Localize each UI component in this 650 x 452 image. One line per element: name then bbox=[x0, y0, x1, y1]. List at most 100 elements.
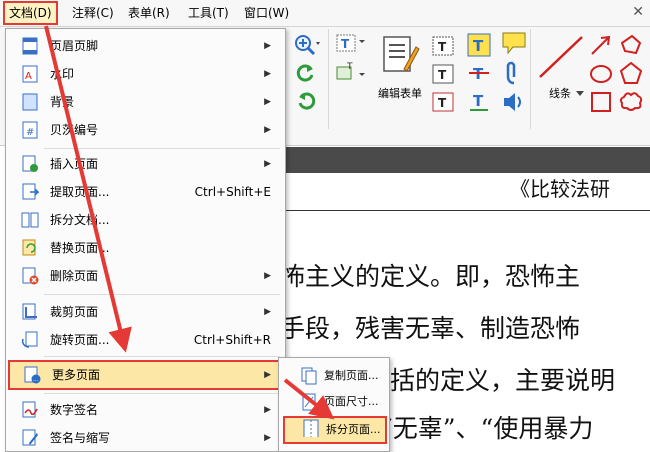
typewriter-icon[interactable]: T bbox=[430, 33, 458, 59]
svg-text:T: T bbox=[438, 68, 447, 82]
sign-initials-icon bbox=[22, 429, 38, 446]
menu-item-bates-number[interactable]: # 贝茨编号 ▶ bbox=[6, 117, 285, 143]
submenu-item-label: 复制页面... bbox=[324, 369, 379, 382]
menu-tools[interactable]: 工具(T) bbox=[184, 4, 233, 22]
menu-item-label: 页眉页脚 bbox=[50, 39, 99, 53]
menu-item-crop-page[interactable]: 裁剪页面 ▶ bbox=[6, 299, 285, 325]
submenu-arrow-icon: ▶ bbox=[264, 433, 271, 443]
doc-text-line: 手段，残害无辜、制造恐怖 bbox=[280, 314, 581, 343]
submenu-arrow-icon: ▶ bbox=[264, 271, 271, 281]
submenu-arrow-icon: ▶ bbox=[264, 69, 271, 79]
watermark-icon: A bbox=[22, 65, 38, 83]
menu-item-more-pages[interactable]: ... 更多页面 ▶ bbox=[8, 360, 283, 390]
rotate-cw-icon[interactable] bbox=[296, 91, 316, 111]
submenu-item-label: 拆分页面... bbox=[326, 423, 381, 436]
menu-item-header-footer[interactable]: 页眉页脚 ▶ bbox=[6, 33, 285, 59]
menu-item-replace-page[interactable]: 替换页面... bbox=[6, 235, 285, 261]
edit-form-label[interactable]: 编辑表单 bbox=[378, 85, 422, 101]
highlight-text-icon[interactable]: T bbox=[467, 33, 491, 57]
menu-comment[interactable]: 注释(C) bbox=[68, 4, 118, 22]
insert-page-icon bbox=[22, 155, 38, 172]
delete-page-icon bbox=[22, 267, 39, 285]
ribbon-divider bbox=[328, 29, 329, 129]
menu-item-label: 背景 bbox=[50, 95, 75, 109]
menu-form[interactable]: 表单(R) bbox=[124, 4, 174, 22]
doc-text-line: 怖主义的定义。即，恐怖主 bbox=[280, 262, 581, 291]
menu-item-label: 替换页面... bbox=[50, 241, 110, 255]
replace-page-icon bbox=[22, 239, 36, 256]
svg-text:...: ... bbox=[33, 376, 39, 383]
line-icon[interactable] bbox=[536, 33, 586, 83]
menu-item-shortcut: Ctrl+Shift+R bbox=[193, 333, 271, 347]
menu-item-label: 旋转页面... bbox=[50, 333, 110, 347]
digital-signature-icon bbox=[22, 401, 38, 418]
zoom-in-icon[interactable] bbox=[293, 33, 321, 55]
menu-item-delete-page[interactable]: 删除页面 ▶ bbox=[6, 263, 285, 289]
callout-icon[interactable]: T bbox=[430, 89, 458, 115]
text-field-icon[interactable]: T bbox=[335, 31, 367, 55]
sound-icon[interactable] bbox=[502, 91, 526, 113]
bates-number-icon: # bbox=[22, 121, 38, 139]
underline-text-icon[interactable]: T bbox=[467, 89, 491, 113]
submenu-item-split-page[interactable]: 拆分页面... bbox=[283, 416, 387, 444]
doc-rule bbox=[280, 210, 650, 211]
submenu-arrow-icon: ▶ bbox=[264, 125, 271, 135]
rectangle-icon[interactable] bbox=[589, 91, 613, 113]
menu-item-split-document[interactable]: 拆分文档... bbox=[6, 207, 285, 233]
oval-icon[interactable] bbox=[589, 63, 613, 85]
svg-text:T: T bbox=[473, 92, 484, 110]
attachment-icon[interactable] bbox=[504, 59, 524, 87]
menu-item-label: 签名与缩写 bbox=[50, 431, 111, 445]
page-size-icon bbox=[302, 393, 316, 411]
menu-item-watermark[interactable]: A 水印 ▶ bbox=[6, 61, 285, 87]
image-text-icon[interactable]: T bbox=[335, 59, 367, 83]
menu-item-extract-page[interactable]: 提取页面... Ctrl+Shift+E bbox=[6, 179, 285, 205]
menu-item-background[interactable]: 背景 ▶ bbox=[6, 89, 285, 115]
submenu-item-page-size[interactable]: 页面尺寸... bbox=[279, 390, 389, 414]
pentagon-icon[interactable] bbox=[618, 61, 644, 85]
svg-text:T: T bbox=[438, 40, 447, 54]
menu-item-sign-initials[interactable]: 签名与缩写 ▶ bbox=[6, 425, 285, 451]
lines-label[interactable]: 线条 bbox=[549, 85, 571, 101]
doc-text-line: “无辜”、“使用暴力 bbox=[380, 414, 594, 443]
svg-text:T: T bbox=[473, 37, 484, 55]
menu-window[interactable]: 窗口(W) bbox=[240, 4, 293, 22]
menu-item-label: 拆分文档... bbox=[50, 213, 110, 227]
svg-text:T: T bbox=[341, 37, 350, 51]
more-pages-submenu: 复制页面... 页面尺寸... 拆分页面... bbox=[278, 357, 390, 452]
menu-bar: 文档(D) 注释(C) 表单(R) 工具(T) 窗口(W) ✕ bbox=[0, 0, 650, 27]
chevron-down-icon[interactable] bbox=[576, 91, 584, 97]
menu-separator bbox=[44, 393, 280, 394]
background-icon bbox=[22, 93, 38, 111]
edit-form-icon[interactable] bbox=[380, 33, 420, 77]
polygon-icon[interactable] bbox=[618, 33, 644, 57]
menu-item-label: 贝茨编号 bbox=[50, 123, 99, 137]
menu-document[interactable]: 文档(D) bbox=[3, 1, 58, 25]
textbox-icon[interactable]: T bbox=[430, 61, 458, 87]
menu-item-label: 提取页面... bbox=[50, 185, 110, 199]
menu-item-digital-signature[interactable]: 数字签名 ▶ bbox=[6, 397, 285, 423]
close-icon[interactable]: ✕ bbox=[632, 4, 644, 20]
menu-item-label: 更多页面 bbox=[52, 368, 101, 382]
document-header-strip bbox=[280, 147, 650, 173]
crop-page-icon bbox=[22, 303, 37, 320]
cloud-icon[interactable] bbox=[618, 89, 644, 113]
header-footer-icon bbox=[22, 37, 38, 55]
submenu-arrow-icon: ▶ bbox=[264, 159, 271, 169]
note-icon[interactable] bbox=[501, 31, 527, 55]
svg-text:A: A bbox=[25, 71, 32, 82]
submenu-arrow-icon: ▶ bbox=[264, 405, 271, 415]
svg-text:T: T bbox=[346, 62, 353, 72]
doc-text-line: 括的定义，主要说明 bbox=[390, 366, 616, 395]
strikeout-text-icon[interactable]: T bbox=[467, 61, 491, 85]
menu-item-label: 数字签名 bbox=[50, 403, 99, 417]
submenu-item-label: 页面尺寸... bbox=[324, 395, 379, 408]
arrow-icon[interactable] bbox=[589, 35, 613, 57]
svg-text:T: T bbox=[438, 96, 447, 110]
split-document-icon bbox=[21, 212, 39, 228]
menu-item-rotate-page[interactable]: 旋转页面... Ctrl+Shift+R bbox=[6, 327, 285, 353]
menu-item-insert-page[interactable]: 插入页面 ▶ bbox=[6, 151, 285, 177]
rotate-ccw-icon[interactable] bbox=[296, 63, 316, 83]
submenu-item-copy-page[interactable]: 复制页面... bbox=[279, 364, 389, 388]
menu-item-label: 插入页面 bbox=[50, 157, 99, 171]
